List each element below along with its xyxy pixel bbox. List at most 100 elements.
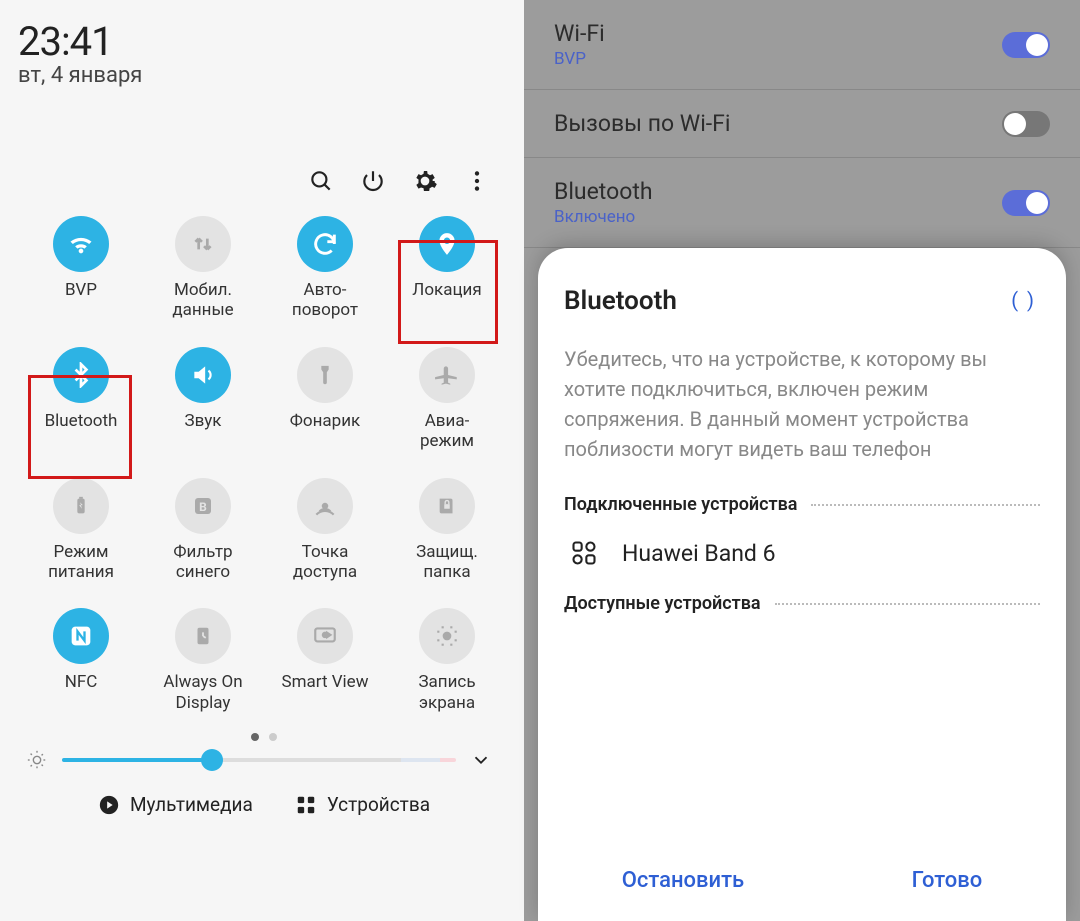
wifi-icon[interactable] [53, 216, 109, 272]
tile-location[interactable]: Локация [386, 216, 508, 321]
tile-secure[interactable]: Защищ. папка [386, 478, 508, 583]
tile-label: Smart View [282, 672, 369, 692]
tile-smartview[interactable]: Smart View [264, 608, 386, 713]
row-subtitle: BVP [554, 49, 605, 69]
watch-icon [570, 539, 598, 567]
quick-settings-panel: 23:41 вт, 4 января BVP Мобил. данные Авто-… [0, 0, 524, 921]
aod-icon[interactable] [175, 608, 231, 664]
row-title: Bluetooth [554, 178, 653, 205]
tile-battery[interactable]: Режим питания [20, 478, 142, 583]
chevron-down-icon[interactable] [470, 749, 492, 771]
tile-sound[interactable]: Звук [142, 347, 264, 452]
airplane-icon[interactable] [419, 347, 475, 403]
hotspot-icon[interactable] [297, 478, 353, 534]
rotate-icon[interactable] [297, 216, 353, 272]
svg-text:B: B [199, 500, 207, 514]
tile-label: Точка доступа [293, 542, 357, 583]
settings-row[interactable]: Wi-FiBVP [524, 0, 1080, 90]
devices-icon [295, 794, 317, 816]
brightness-row [18, 749, 510, 771]
sheet-title: Bluetooth [564, 286, 1040, 316]
section-divider [811, 504, 1040, 506]
tile-label: BVP [65, 280, 97, 300]
toggle-knob [1004, 113, 1026, 135]
tile-label: Bluetooth [45, 411, 118, 431]
tile-label: Фонарик [290, 411, 360, 431]
tile-rotate[interactable]: Авто- поворот [264, 216, 386, 321]
tile-wifi[interactable]: BVP [20, 216, 142, 321]
devices-label: Устройства [327, 793, 430, 816]
bluelight-icon[interactable]: B [175, 478, 231, 534]
tile-label: Запись экрана [418, 672, 475, 713]
available-section-title: Доступные устройства [564, 593, 761, 614]
page-dot-inactive [269, 733, 277, 741]
search-icon[interactable] [308, 168, 334, 194]
page-indicator [18, 733, 510, 741]
location-icon[interactable] [419, 216, 475, 272]
settings-row[interactable]: Вызовы по Wi-Fi [524, 90, 1080, 158]
clock-time: 23:41 [18, 18, 510, 65]
flashlight-icon[interactable] [297, 347, 353, 403]
brightness-icon [26, 749, 48, 771]
media-label: Мультимедиа [130, 793, 253, 816]
more-icon[interactable] [464, 168, 490, 194]
gear-icon[interactable] [412, 168, 438, 194]
tile-label: Always On Display [163, 672, 242, 713]
clock-date: вт, 4 января [18, 63, 510, 88]
tile-label: NFC [65, 672, 98, 692]
section-divider [775, 603, 1040, 605]
tile-label: Авто- поворот [292, 280, 358, 321]
settings-list: Wi-FiBVP Вызовы по Wi-Fi BluetoothВключено [524, 0, 1080, 248]
tile-label: Фильтр синего [173, 542, 232, 583]
settings-pane: Wi-FiBVPВызовы по Wi-FiBluetoothВключено… [524, 0, 1080, 921]
toolbar [18, 168, 490, 194]
bluetooth-icon[interactable] [53, 347, 109, 403]
toggle[interactable] [1002, 190, 1050, 216]
tile-aod[interactable]: Always On Display [142, 608, 264, 713]
secure-icon[interactable] [419, 478, 475, 534]
toggle-knob [1026, 192, 1048, 214]
tile-bluelight[interactable]: B Фильтр синего [142, 478, 264, 583]
row-title: Вызовы по Wi-Fi [554, 110, 730, 137]
stop-button[interactable]: Остановить [622, 854, 744, 907]
tile-record[interactable]: Запись экрана [386, 608, 508, 713]
media-button[interactable]: Мультимедиа [98, 793, 253, 816]
device-name: Huawei Band 6 [622, 540, 776, 567]
toggle[interactable] [1002, 111, 1050, 137]
tile-airplane[interactable]: Авиа- режим [386, 347, 508, 452]
tile-flashlight[interactable]: Фонарик [264, 347, 386, 452]
toggle[interactable] [1002, 32, 1050, 58]
device-row[interactable]: Huawei Band 6 [570, 539, 1040, 567]
tile-label: Звук [185, 411, 222, 431]
bluetooth-sheet: Bluetooth ( ) Убедитесь, что на устройст… [538, 248, 1066, 921]
smartview-icon[interactable] [297, 608, 353, 664]
data-icon[interactable] [175, 216, 231, 272]
brightness-slider[interactable] [62, 758, 456, 762]
settings-row[interactable]: BluetoothВключено [524, 158, 1080, 248]
toggle-knob [1026, 34, 1048, 56]
sheet-actions: Остановить Готово [538, 854, 1066, 907]
spinner-icon: ( ) [1011, 288, 1036, 312]
power-icon[interactable] [360, 168, 386, 194]
connected-section-title: Подключенные устройства [564, 494, 797, 515]
tile-label: Защищ. папка [416, 542, 478, 583]
brightness-thumb[interactable] [201, 749, 223, 771]
row-subtitle: Включено [554, 207, 653, 227]
tile-label: Режим питания [48, 542, 114, 583]
tile-data[interactable]: Мобил. данные [142, 216, 264, 321]
sheet-hint: Убедитесь, что на устройстве, к которому… [564, 344, 1040, 464]
done-button[interactable]: Готово [912, 854, 983, 907]
nfc-icon[interactable] [53, 608, 109, 664]
sound-icon[interactable] [175, 347, 231, 403]
tile-hotspot[interactable]: Точка доступа [264, 478, 386, 583]
tile-label: Локация [412, 280, 481, 300]
bottom-bar: Мультимедиа Устройства [18, 793, 510, 816]
tile-grid: BVP Мобил. данные Авто- поворот Локация Blue… [20, 216, 508, 713]
tile-bluetooth[interactable]: Bluetooth [20, 347, 142, 452]
tile-label: Авиа- режим [420, 411, 474, 452]
record-icon[interactable] [419, 608, 475, 664]
page-dot-active [251, 733, 259, 741]
devices-button[interactable]: Устройства [295, 793, 430, 816]
tile-nfc[interactable]: NFC [20, 608, 142, 713]
battery-icon[interactable] [53, 478, 109, 534]
